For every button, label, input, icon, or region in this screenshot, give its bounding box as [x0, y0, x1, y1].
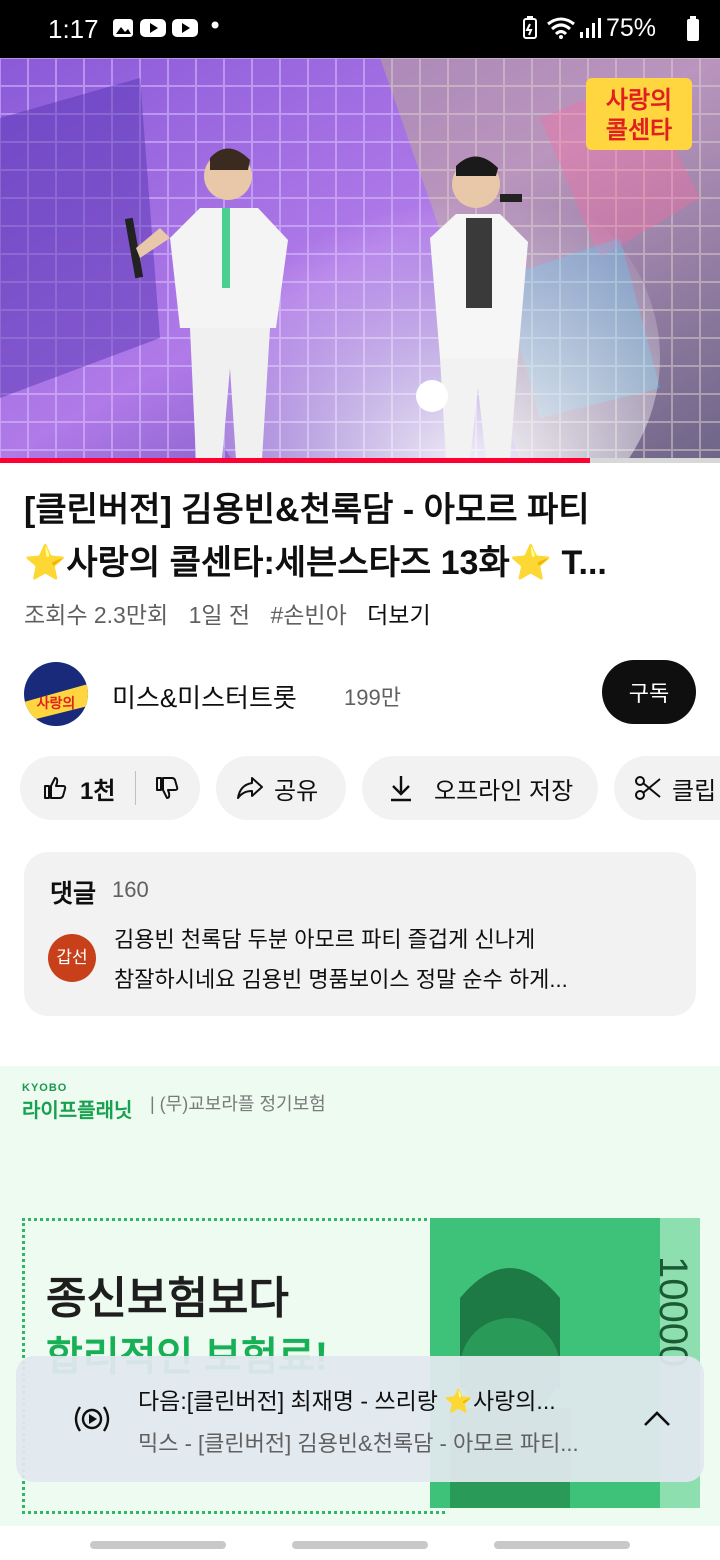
action-bar: 1천 공유 오프라인 저장 클립 [0, 756, 720, 820]
battery-icon [687, 16, 699, 41]
wifi-icon [547, 17, 575, 39]
comments-count: 160 [112, 877, 149, 902]
video-progress-fill [0, 458, 591, 463]
commenter-avatar: 갑선 [48, 934, 96, 982]
channel-row: 사랑의 미스&미스터트롯 199만 구독 [24, 660, 696, 726]
autoplay-broadcast-icon[interactable] [70, 1402, 114, 1436]
gallery-icon [113, 19, 133, 37]
share-button[interactable]: 공유 [216, 756, 346, 820]
comments-header: 댓글 [50, 880, 97, 908]
video-player[interactable]: 사랑의 콜센타 [0, 58, 720, 460]
current-playlist-title: 믹스 - [클린버전] 김용빈&천록담 - 아모르 파티... [138, 1431, 579, 1456]
video-title-line2: ⭐사랑의 콜센타:세븐스타즈 13화⭐ T... [24, 544, 607, 582]
more-button[interactable]: 더보기 [367, 602, 430, 628]
channel-avatar[interactable]: 사랑의 [24, 662, 88, 726]
channel-name[interactable]: 미스&미스터트롯 [112, 678, 297, 715]
clip-label: 클립 [672, 777, 717, 805]
dislike-button[interactable] [136, 756, 180, 820]
video-progress-bar[interactable] [0, 458, 720, 463]
thumbs-up-icon [44, 777, 67, 799]
youtube-notification-icon [140, 19, 166, 37]
nav-gesture-left[interactable] [90, 1541, 226, 1549]
subscriber-count: 199만 [344, 685, 401, 710]
nav-gesture-right[interactable] [494, 1541, 630, 1549]
share-label: 공유 [274, 777, 319, 805]
video-meta[interactable]: 조회수 2.3만회 1일 전 #손빈아 더보기 [24, 596, 445, 630]
upload-age: 1일 전 [188, 602, 251, 628]
chevron-up-icon[interactable] [642, 1408, 672, 1428]
video-logo-line1: 사랑의 [606, 87, 672, 114]
top-comment-text: 김용빈 천록담 두분 아모르 파티 즐겁게 신나게 참잘하시네요 김용빈 명품보… [114, 920, 674, 1000]
video-logo-line2: 콜센타 [606, 117, 672, 144]
ad-brand-logo: 라이프플래닛 [22, 1100, 133, 1122]
status-bar: 1:17 • 75% [0, 0, 720, 58]
battery-percentage: 75% [606, 14, 657, 42]
ad-banknote-value: 10000 [651, 1256, 695, 1368]
hashtag-link[interactable]: #손빈아 [270, 602, 346, 628]
up-next-title: 다음:[클린버전] 최재명 - 쓰리랑 ⭐사랑의... [138, 1388, 556, 1414]
like-dislike-pill: 1천 [20, 756, 200, 820]
video-title[interactable]: [클린버전] 김용빈&천록담 - 아모르 파티 ⭐사랑의 콜센타:세븐스타즈 1… [24, 484, 696, 590]
ad-brand-top: KYOBO [22, 1082, 68, 1094]
share-icon [237, 777, 263, 799]
like-button[interactable]: 1천 [20, 756, 115, 820]
clip-button[interactable]: 클립 [614, 756, 720, 820]
offline-save-button[interactable]: 오프라인 저장 [362, 756, 598, 820]
subscribe-button[interactable]: 구독 [602, 660, 696, 724]
download-icon [391, 776, 411, 802]
comments-section[interactable]: 댓글 160 갑선 김용빈 천록담 두분 아모르 파티 즐겁게 신나게 참잘하시… [24, 852, 696, 1016]
status-time: 1:17 [48, 14, 99, 44]
like-count: 1천 [80, 777, 116, 805]
signal-icon [580, 18, 601, 38]
top-comment-line2: 참잘하시네요 김용빈 명품보이스 정말 순수 하게... [114, 967, 568, 992]
battery-saver-icon [523, 16, 537, 39]
view-count: 조회수 2.3만회 [24, 602, 169, 628]
top-comment-line1: 김용빈 천록담 두분 아모르 파티 즐겁게 신나게 [114, 927, 536, 952]
scissors-icon [635, 776, 661, 800]
thumbs-down-icon [156, 777, 179, 799]
channel-avatar-text: 사랑의 [37, 695, 76, 711]
notification-dot: • [208, 12, 223, 40]
video-frame: 사랑의 콜센타 [0, 58, 720, 460]
youtube-notification-icon-2 [172, 19, 198, 37]
nav-gesture-home[interactable] [292, 1541, 428, 1549]
video-title-line1: [클린버전] 김용빈&천록담 - 아모르 파티 [24, 491, 590, 529]
up-next-miniplayer[interactable]: 다음:[클린버전] 최재명 - 쓰리랑 ⭐사랑의... 믹스 - [클린버전] … [16, 1356, 704, 1482]
offline-save-label: 오프라인 저장 [434, 777, 574, 805]
ad-brand-subtitle: | (무)교보라플 정기보험 [150, 1094, 326, 1114]
ad-headline: 종신보험보다 [46, 1274, 289, 1323]
